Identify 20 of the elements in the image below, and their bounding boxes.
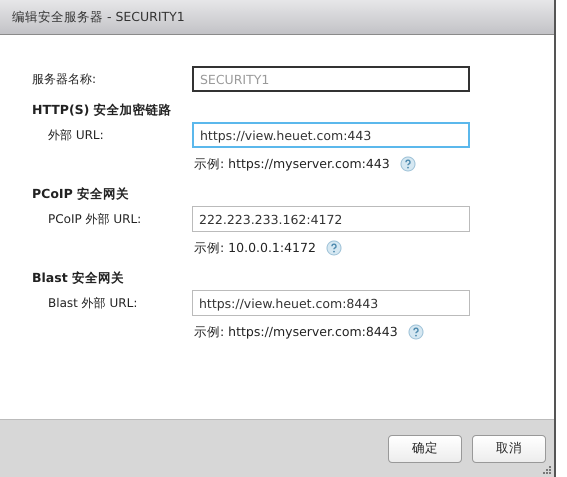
section-heading: PCoIP 安全网关 [32,184,130,202]
help-icon[interactable] [326,240,342,256]
section-heading: HTTP(S) 安全加密链路 [32,100,173,118]
input-field[interactable]: https://view.heuet.com:8443 [192,290,470,316]
input-field[interactable]: 222.223.233.162:4172 [192,206,470,232]
resize-grip-icon[interactable] [542,465,552,475]
help-icon[interactable] [400,156,416,172]
field-label: Blast 外部 URL: [47,294,138,312]
example-text: 示例: https://myserver.com:443 [194,156,390,172]
dialog-button[interactable]: 取消 [472,434,546,462]
field-label: 服务器名称: [32,70,98,88]
example-text: 示例: https://myserver.com:8443 [194,324,398,340]
section-heading: Blast 安全网关 [32,268,126,286]
example-text: 示例: 10.0.0.1:4172 [194,240,316,256]
dialog-button[interactable]: 确定 [388,434,462,462]
field-label: PCoIP 外部 URL: [47,210,142,228]
field-label: 外部 URL: [47,126,105,144]
help-icon[interactable] [408,324,424,340]
input-field[interactable]: https://view.heuet.com:443 [192,122,470,148]
window-title: 编辑安全服务器 - SECURITY1 [12,8,185,26]
